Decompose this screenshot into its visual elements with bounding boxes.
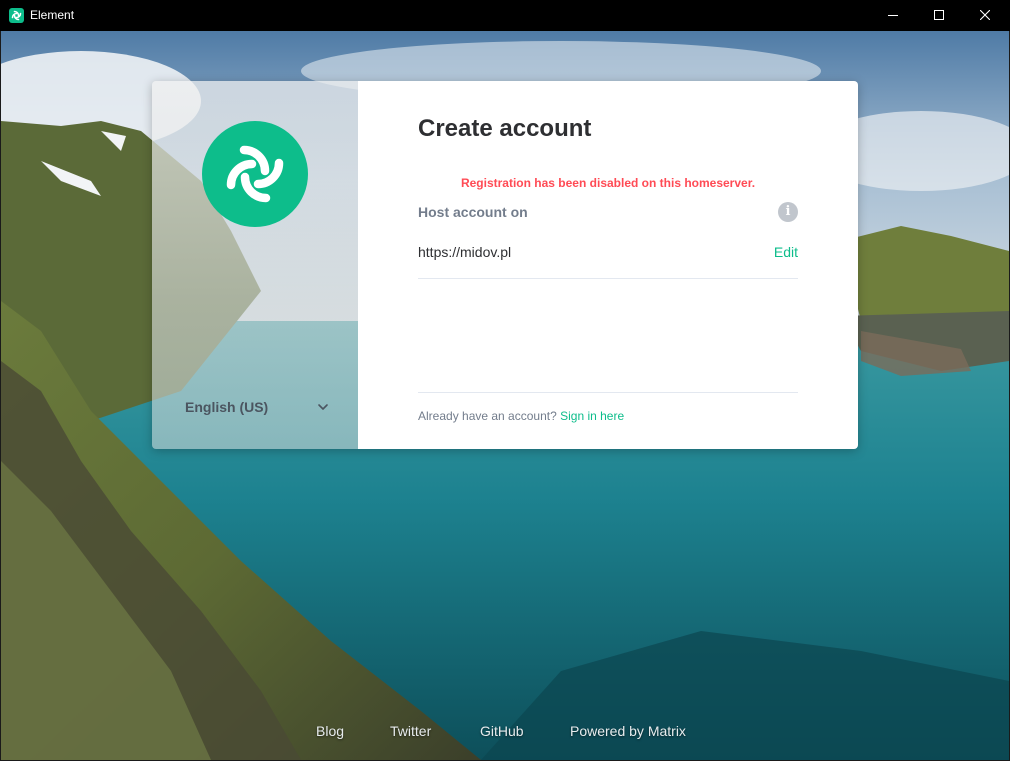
close-icon — [980, 10, 990, 20]
language-label: English (US) — [185, 399, 269, 415]
chevron-down-icon — [318, 404, 328, 410]
page-title: Create account — [418, 115, 592, 142]
signin-row: Already have an account? Sign in here — [418, 409, 624, 423]
auth-sidebar: English (US) — [152, 81, 358, 449]
host-account-label: Host account on — [418, 204, 528, 220]
minimize-button[interactable] — [870, 0, 916, 31]
divider — [418, 278, 798, 279]
maximize-icon — [934, 10, 944, 20]
window-title: Element — [30, 8, 75, 22]
minimize-icon — [888, 15, 898, 16]
language-selector[interactable]: English (US) — [185, 396, 329, 418]
registration-error: Registration has been disabled on this h… — [460, 176, 756, 190]
footer-link-github[interactable]: GitHub — [480, 723, 524, 739]
auth-panel: Create account Registration has been dis… — [358, 81, 858, 449]
footer-link-matrix[interactable]: Powered by Matrix — [570, 723, 686, 739]
close-button[interactable] — [962, 0, 1008, 31]
divider — [418, 392, 798, 393]
element-app-icon — [9, 8, 24, 23]
footer-link-twitter[interactable]: Twitter — [390, 723, 431, 739]
title-bar: Element — [0, 0, 1010, 31]
auth-card: English (US) Create account Registration… — [152, 81, 858, 449]
signin-link[interactable]: Sign in here — [560, 409, 624, 423]
maximize-button[interactable] — [916, 0, 962, 31]
footer-links: Blog Twitter GitHub Powered by Matrix — [0, 723, 1010, 743]
footer-link-blog[interactable]: Blog — [316, 723, 344, 739]
edit-server-button[interactable]: Edit — [774, 244, 798, 260]
homeserver-url: https://midov.pl — [418, 244, 512, 260]
element-logo-icon — [202, 121, 308, 227]
info-icon[interactable]: i — [778, 202, 798, 222]
signin-prompt: Already have an account? — [418, 409, 557, 423]
